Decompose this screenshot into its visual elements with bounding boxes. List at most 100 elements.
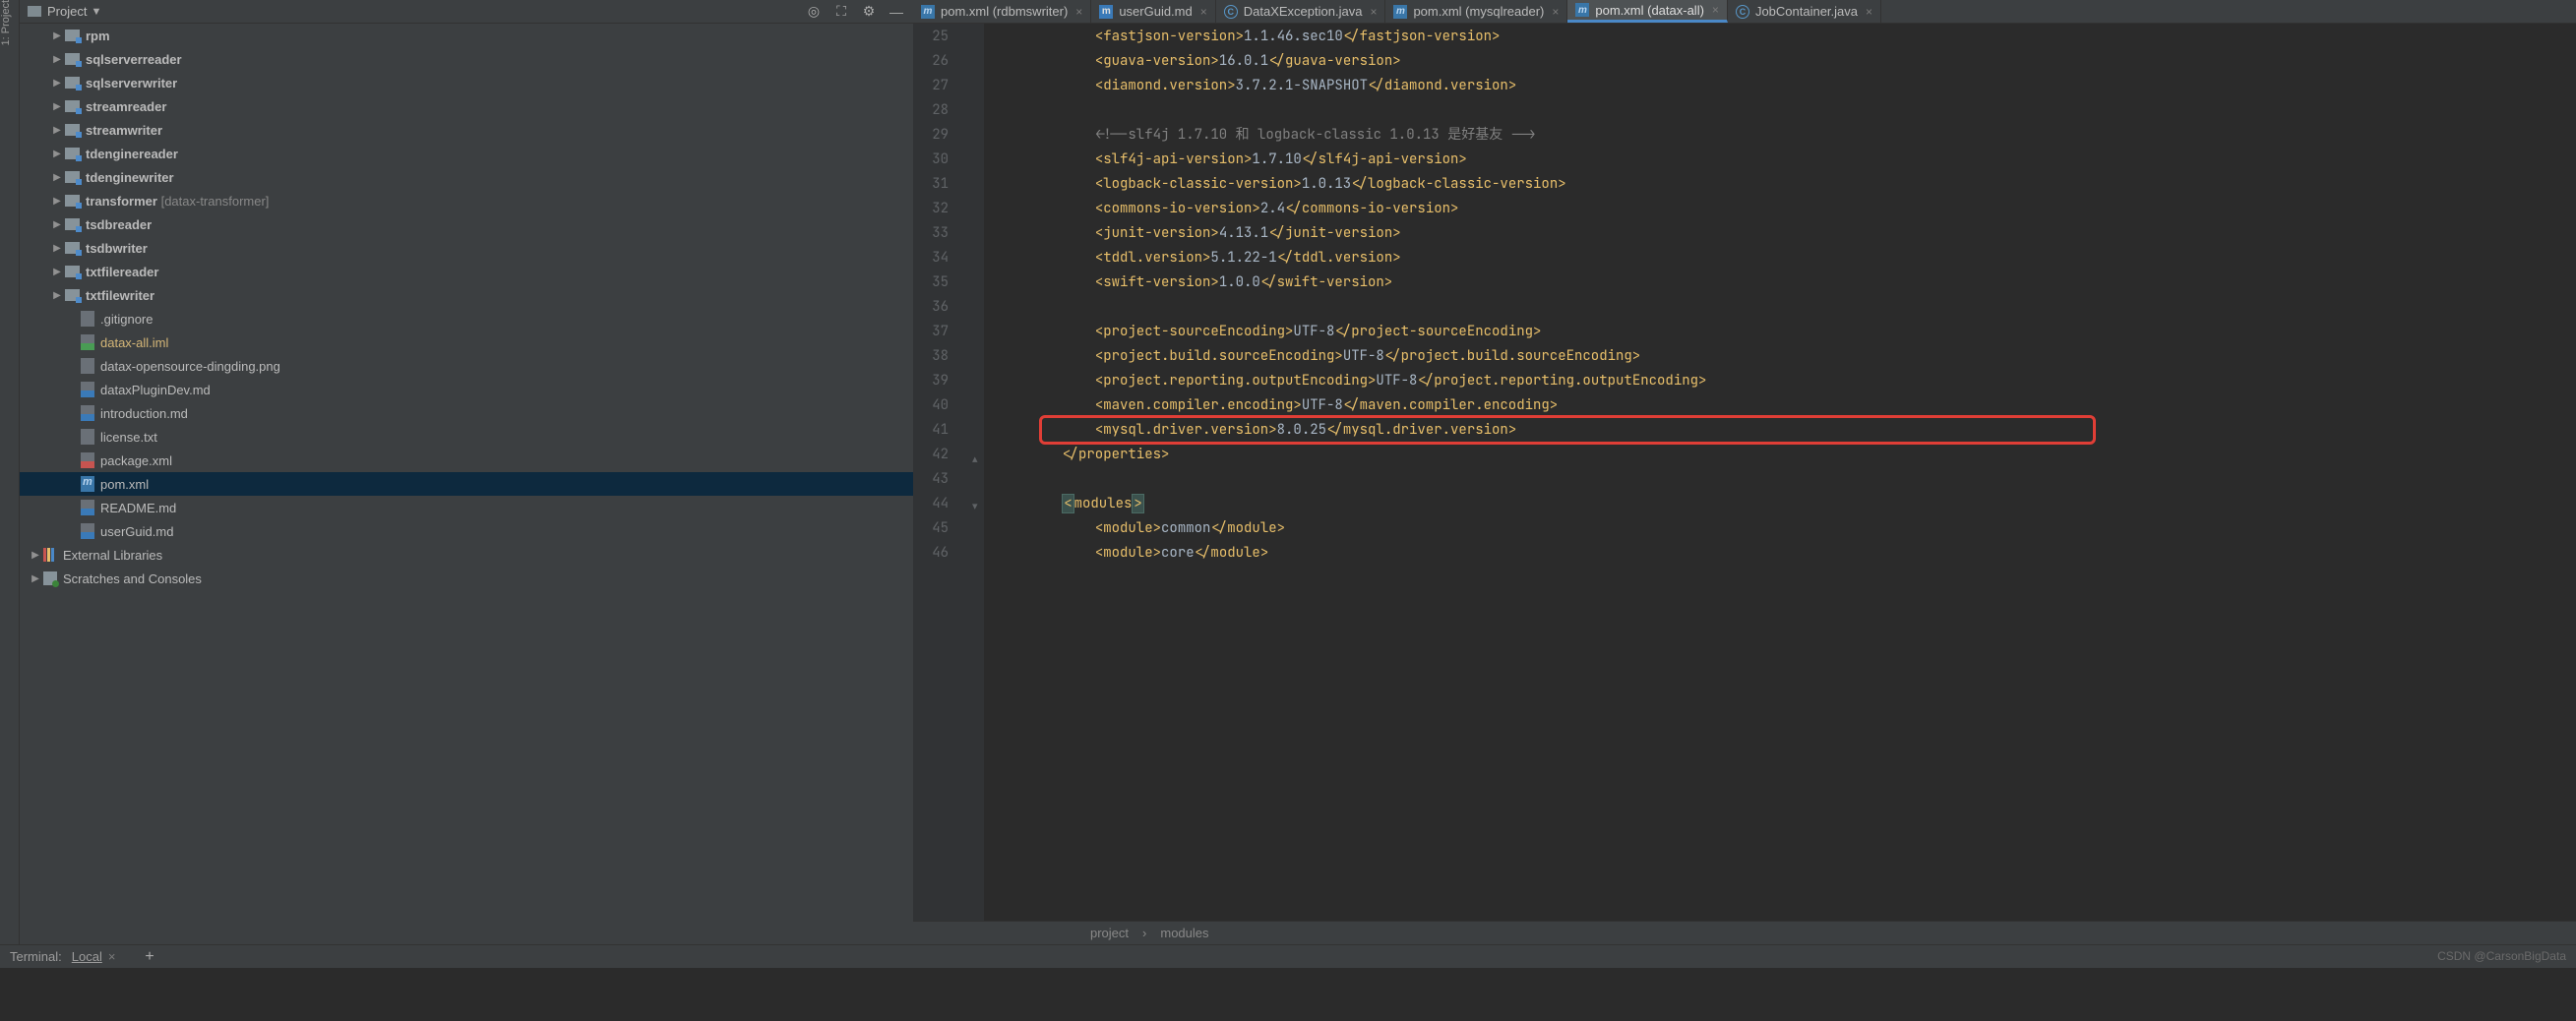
minimize-icon[interactable]: — [888,3,905,21]
gear-icon[interactable]: ⚙ [860,3,878,21]
java-icon: C [1224,5,1238,19]
tab-label: pom.xml (rdbmswriter) [941,4,1068,19]
tree-folder[interactable]: ▶tsdbwriter [20,236,913,260]
tree-folder[interactable]: ▶txtfilewriter [20,283,913,307]
tree-label: txtfilewriter [86,288,154,303]
locate-icon[interactable]: ◎ [805,3,823,21]
tree-folder[interactable]: ▶txtfilereader [20,260,913,283]
tree-file[interactable]: dataxPluginDev.md [20,378,913,401]
folder-icon [65,266,80,277]
tree-folder[interactable]: ▶streamwriter [20,118,913,142]
maven-icon: m [1393,5,1407,19]
editor-tabs: m pom.xml (rdbmswriter) × m userGuid.md × C Dat… [913,0,2576,24]
close-icon[interactable]: × [1075,5,1082,19]
tree-file[interactable]: datax-all.iml [20,330,913,354]
folder-icon [65,148,80,159]
folder-icon [65,100,80,112]
fold-up-icon[interactable]: ▴ [972,452,978,465]
fold-strip: ▴ ▾ [970,24,984,921]
folder-icon [65,30,80,41]
tree-label: userGuid.md [100,524,173,539]
add-terminal-icon[interactable]: + [145,948,153,966]
tree-folder[interactable]: ▶sqlserverreader [20,47,913,71]
left-rail-project-label[interactable]: 1: Project [0,0,12,51]
tab-label: pom.xml (mysqlreader) [1413,4,1544,19]
editor-tab[interactable]: m pom.xml (rdbmswriter) × [913,0,1091,23]
project-tree[interactable]: ▶rpm▶sqlserverreader▶sqlserverwriter▶str… [20,24,913,944]
maven-icon: m [921,5,935,19]
tree-label: txtfilereader [86,265,158,279]
tree-folder[interactable]: ▶streamreader [20,94,913,118]
tree-label: license.txt [100,430,157,445]
breadcrumb-item[interactable]: project [1090,926,1129,940]
tree-folder[interactable]: ▶rpm [20,24,913,47]
project-toolbar: Project ▼ ◎ ⛶ ⚙ — [20,0,913,24]
file-icon [81,311,94,327]
watermark: CSDN @CarsonBigData [2437,949,2566,963]
java-icon: C [1736,5,1749,19]
tree-file[interactable]: README.md [20,496,913,519]
file-icon [81,358,94,374]
external-libraries[interactable]: ▶External Libraries [20,543,913,567]
close-icon[interactable]: × [1712,3,1719,17]
tree-file[interactable]: pom.xml [20,472,913,496]
editor-tab[interactable]: C JobContainer.java × [1728,0,1881,23]
terminal-tab-local[interactable]: Local [72,949,102,964]
tab-label: userGuid.md [1119,4,1192,19]
breadcrumb: project › modules [913,921,2576,944]
tree-folder[interactable]: ▶sqlserverwriter [20,71,913,94]
folder-icon [65,195,80,207]
expand-icon[interactable]: ⛶ [832,3,850,21]
tree-file[interactable]: license.txt [20,425,913,449]
file-icon [81,429,94,445]
tree-label: rpm [86,29,110,43]
tree-label: sqlserverwriter [86,76,177,90]
tree-file[interactable]: userGuid.md [20,519,913,543]
project-toolbar-label[interactable]: Project [47,4,87,19]
project-icon [28,6,41,17]
breadcrumb-item[interactable]: modules [1160,926,1208,940]
tree-label: sqlserverreader [86,52,182,67]
fold-down-icon[interactable]: ▾ [972,500,978,512]
tree-file[interactable]: .gitignore [20,307,913,330]
chevron-right-icon: › [1142,926,1146,940]
folder-icon [65,53,80,65]
tree-label: transformer [datax-transformer] [86,194,269,209]
tree-file[interactable]: package.xml [20,449,913,472]
tab-label: DataXException.java [1244,4,1363,19]
folder-icon [65,242,80,254]
tree-label: package.xml [100,453,172,468]
tree-file[interactable]: datax-opensource-dingding.png [20,354,913,378]
editor-tab[interactable]: mpom.xml (datax-all)× [1567,0,1728,23]
code-area[interactable]: <fastjson-version>1.1.46.sec10</fastjson… [984,24,2576,921]
editor-tab[interactable]: m pom.xml (mysqlreader) × [1385,0,1567,23]
tree-label: streamreader [86,99,166,114]
file-icon [81,452,94,468]
tree-label: tdenginereader [86,147,178,161]
tree-folder[interactable]: ▶tsdbreader [20,212,913,236]
close-icon[interactable]: × [1370,5,1377,19]
file-icon [81,405,94,421]
chevron-down-icon[interactable]: ▼ [91,6,101,18]
close-icon[interactable]: × [1552,5,1559,19]
maven-icon [81,476,94,492]
tree-folder[interactable]: ▶transformer [datax-transformer] [20,189,913,212]
tree-folder[interactable]: ▶tdenginereader [20,142,913,165]
close-icon[interactable]: × [1200,5,1207,19]
folder-icon [65,124,80,136]
scratches-consoles[interactable]: ▶Scratches and Consoles [20,567,913,590]
tree-label: README.md [100,501,176,515]
editor: 25 26 27 28 29 30 31 32 33 34 35 36 37 3… [913,24,2576,921]
close-icon[interactable]: × [108,949,116,964]
close-icon[interactable]: × [1866,5,1872,19]
file-icon [81,382,94,397]
tab-label: JobContainer.java [1755,4,1858,19]
tree-label: tdenginewriter [86,170,174,185]
terminal-label[interactable]: Terminal: [10,949,62,964]
tree-label: Scratches and Consoles [63,571,202,586]
editor-tab[interactable]: muserGuid.md× [1091,0,1215,23]
bottom-bar: Terminal: Local × + [0,944,2576,968]
editor-tab[interactable]: C DataXException.java × [1216,0,1386,23]
tree-file[interactable]: introduction.md [20,401,913,425]
tree-folder[interactable]: ▶tdenginewriter [20,165,913,189]
